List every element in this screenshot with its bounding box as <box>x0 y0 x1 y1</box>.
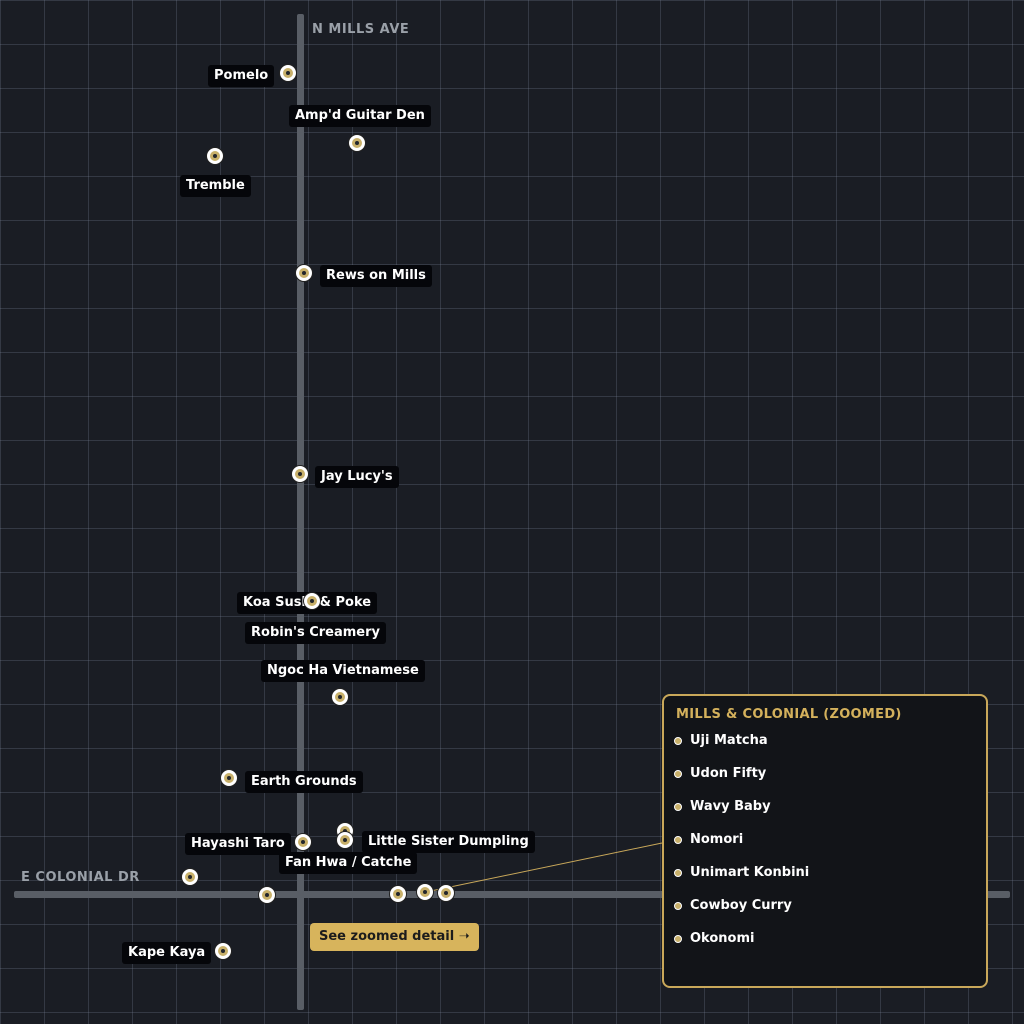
map-label-ampd-guitar-den[interactable]: Amp'd Guitar Den <box>289 105 431 127</box>
map-label-ngoc-ha-vietnamese[interactable]: Ngoc Ha Vietnamese <box>261 660 425 682</box>
map-pin-tremble[interactable] <box>207 148 223 164</box>
map-label-pomelo[interactable]: Pomelo <box>208 65 275 87</box>
map-pin-cluster-3[interactable] <box>438 885 454 901</box>
map-label-little-sister-dumpling[interactable]: Little Sister Dumpling <box>362 831 535 853</box>
inset-item-label: Unimart Konbini <box>690 865 810 880</box>
inset-item-label: Cowboy Curry <box>690 898 792 913</box>
inset-pin-icon <box>674 836 682 844</box>
inset-item-label: Okonomi <box>690 931 755 946</box>
zoomed-inset-panel: MILLS & COLONIAL (ZOOMED) Uji Matcha Udo… <box>662 694 988 988</box>
map-label-kape-kaya[interactable]: Kape Kaya <box>122 942 212 964</box>
map-pin-kape-kaya[interactable] <box>215 943 231 959</box>
map-pin-koa-sushi-poke[interactable] <box>304 593 320 609</box>
inset-item-label: Udon Fifty <box>690 766 767 781</box>
map-pin-unlabeled-colonial[interactable] <box>259 887 275 903</box>
map-pin-cluster-2[interactable] <box>417 884 433 900</box>
map-pin-unlabeled-west[interactable] <box>182 869 198 885</box>
map-pin-hayashi-taro[interactable] <box>295 834 311 850</box>
road-label-horizontal: E COLONIAL DR <box>21 870 140 885</box>
map-pin-ngoc-ha-vietnamese[interactable] <box>332 689 348 705</box>
inset-item-label: Uji Matcha <box>690 733 768 748</box>
map-pin-little-sister-dumpling[interactable] <box>337 832 353 848</box>
map-label-tremble[interactable]: Tremble <box>180 175 251 197</box>
inset-pin-icon <box>674 770 682 778</box>
inset-item-label: Wavy Baby <box>690 799 771 814</box>
inset-title: MILLS & COLONIAL (ZOOMED) <box>676 707 902 722</box>
inset-pin-icon <box>674 803 682 811</box>
map-pin-cluster-1[interactable] <box>390 886 406 902</box>
inset-pin-icon <box>674 869 682 877</box>
map-label-rews-on-mills[interactable]: Rews on Mills <box>320 265 432 287</box>
inset-item-label: Nomori <box>690 832 744 847</box>
map-pin-jay-lucys[interactable] <box>292 466 308 482</box>
map-canvas[interactable]: N MILLS AVE E COLONIAL DR Pomelo Amp'd G… <box>0 0 1024 1024</box>
map-pin-ampd-guitar-den[interactable] <box>349 135 365 151</box>
map-label-hayashi-taro[interactable]: Hayashi Taro <box>185 833 291 855</box>
inset-pin-icon <box>674 737 682 745</box>
inset-pin-icon <box>674 935 682 943</box>
map-label-robins-creamery[interactable]: Robin's Creamery <box>245 622 386 644</box>
road-label-vertical: N MILLS AVE <box>312 22 410 37</box>
map-pin-earth-grounds[interactable] <box>221 770 237 786</box>
map-label-fan-hwa-catche[interactable]: Fan Hwa / Catche <box>279 852 418 874</box>
map-label-jay-lucys[interactable]: Jay Lucy's <box>315 466 399 488</box>
map-pin-pomelo[interactable] <box>280 65 296 81</box>
see-zoomed-detail-button[interactable]: See zoomed detail ➝ <box>310 923 479 951</box>
map-label-earth-grounds[interactable]: Earth Grounds <box>245 771 363 793</box>
inset-pin-icon <box>674 902 682 910</box>
map-pin-rews-on-mills[interactable] <box>296 265 312 281</box>
